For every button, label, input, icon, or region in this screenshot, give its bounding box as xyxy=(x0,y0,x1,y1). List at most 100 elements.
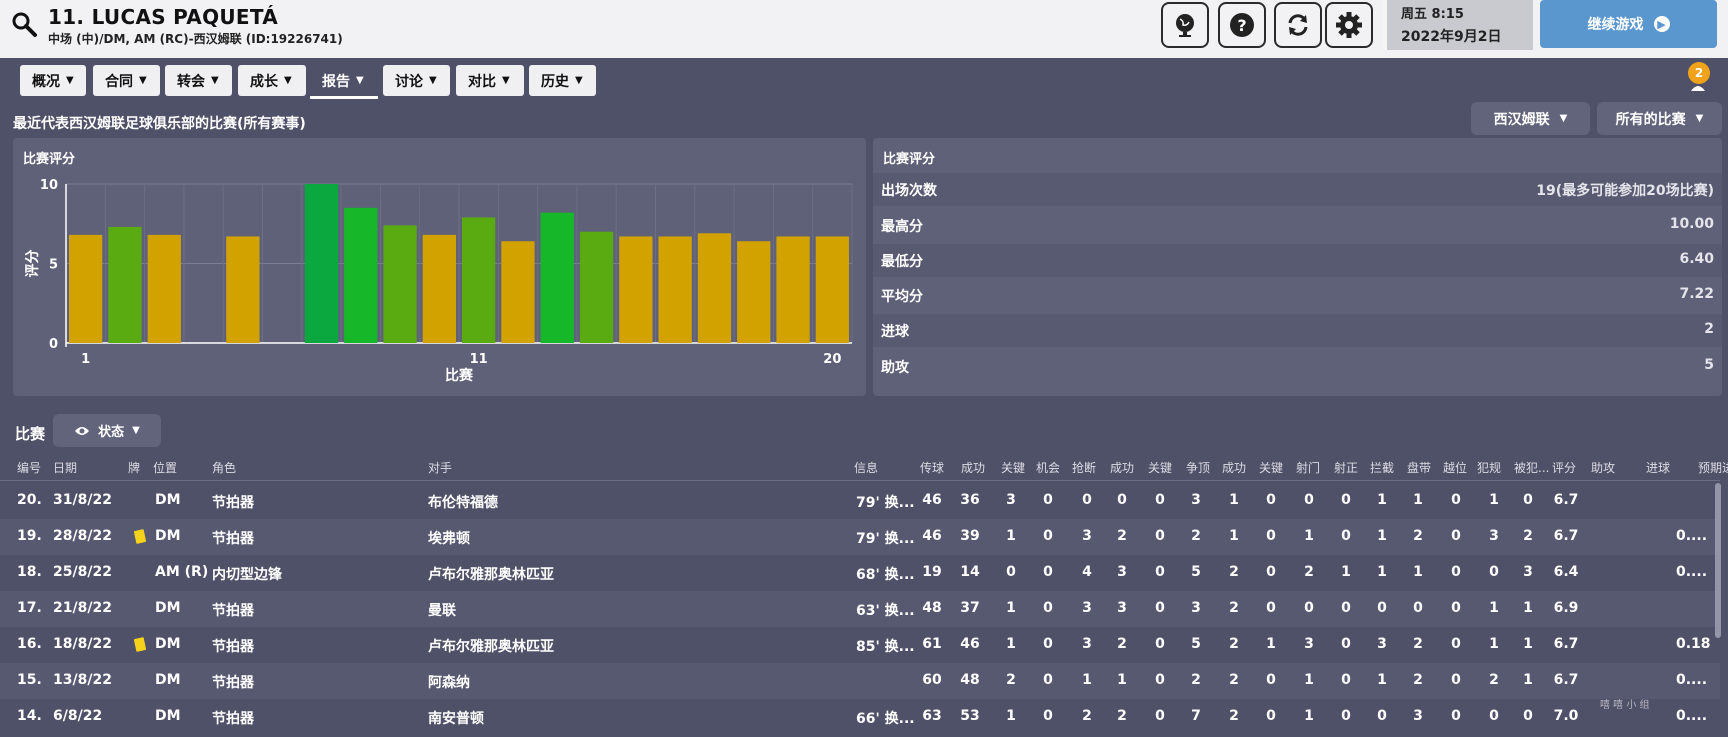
chevron-down-icon: ▼ xyxy=(356,75,364,86)
cell-stat: 0 xyxy=(1266,564,1276,580)
cell-stat: 1 xyxy=(1523,600,1533,616)
stats-panel-title: 比赛评分 xyxy=(883,152,936,167)
col-interceptions-header[interactable]: 拦截 xyxy=(1370,459,1394,476)
rating-bar xyxy=(69,234,103,343)
col-dribbles-header[interactable]: 盘带 xyxy=(1407,459,1431,476)
top-bar: 11. LUCAS PAQUETÁ 中场 (中)/DM, AM (RC)-西汉姆… xyxy=(0,0,1728,58)
matches-label: 比赛 xyxy=(15,425,46,443)
refresh-button[interactable] xyxy=(1274,2,1322,48)
cell-stat: 53 xyxy=(960,708,980,724)
col-no-header[interactable]: 编号 xyxy=(17,459,41,476)
col-tackles-header[interactable]: 抢断 xyxy=(1072,459,1096,476)
col-shots-on-target-header[interactable]: 射正 xyxy=(1334,459,1358,476)
cell-stat: 3 xyxy=(1304,636,1314,652)
cell-stat: 0 xyxy=(1043,528,1053,544)
cell-stat: 0 xyxy=(1155,672,1165,688)
table-row[interactable]: 17. 21/8/22 DM 节拍器 曼联 63' 换... 48 37 1 0 3 3 0 3 2 0 0 0 0… xyxy=(0,591,1720,627)
cell-opponent[interactable]: 埃弗顿 xyxy=(428,528,470,548)
settings-button[interactable] xyxy=(1325,2,1373,48)
cell-opponent[interactable]: 卢布尔雅那奥林匹亚 xyxy=(428,636,554,656)
tab-discussion[interactable]: 讨论 ▼ xyxy=(383,65,450,96)
table-row[interactable]: 19. 28/8/22 DM 节拍器 埃弗顿 79' 换... 46 39 1 0 3 2 0 2 1 0 1 0… xyxy=(0,519,1720,555)
col-tackles-success-header[interactable]: 成功 xyxy=(1110,459,1134,476)
cell-stat: 2 xyxy=(1229,708,1239,724)
chevron-down-icon: ▼ xyxy=(1695,113,1704,124)
col-passes-header[interactable]: 传球 xyxy=(920,459,944,476)
cell-stat: 46 xyxy=(922,492,942,508)
tab-transfer[interactable]: 转会 ▼ xyxy=(165,65,232,96)
notification-badge[interactable]: 2 xyxy=(1688,62,1710,84)
cell-stat: 19 xyxy=(922,564,942,580)
competition-filter-dropdown[interactable]: 所有的比赛 ▼ xyxy=(1597,102,1722,135)
tab-contract[interactable]: 合同 ▼ xyxy=(93,65,160,96)
col-fouls-header[interactable]: 犯规 xyxy=(1477,459,1501,476)
cell-opponent[interactable]: 布伦特福德 xyxy=(428,492,498,512)
col-assists-header[interactable]: 助攻 xyxy=(1591,459,1615,476)
col-card-header[interactable]: 牌 xyxy=(128,459,140,476)
cell-xg: 0.18 xyxy=(1676,636,1711,652)
col-chances-header[interactable]: 机会 xyxy=(1036,459,1060,476)
col-xg-header[interactable]: 预期进... xyxy=(1698,459,1728,476)
club-filter-dropdown[interactable]: 西汉姆联 ▼ xyxy=(1471,102,1590,135)
col-key-passes-header[interactable]: 关键 xyxy=(1001,459,1025,476)
cell-stat: 1 xyxy=(1523,636,1533,652)
col-shots-header[interactable]: 射门 xyxy=(1296,459,1320,476)
tab-reports[interactable]: 报告 ▼ xyxy=(310,65,378,99)
table-row[interactable]: 15. 13/8/22 DM 节拍器 阿森纳 60 48 2 0 1 1 0 2 2 0 1 0 1 2 0 2 1 6.7… xyxy=(0,663,1720,699)
cell-stat: 2 xyxy=(1413,528,1423,544)
tab-label: 讨论 xyxy=(395,73,423,90)
tab-compare[interactable]: 对比 ▼ xyxy=(456,65,524,96)
cell-stat: 1 xyxy=(1006,636,1016,652)
rating-chart-panel: 比赛评分 0 5 10 1 11 20 比赛 评分 xyxy=(13,138,866,396)
cell-stat: 0 xyxy=(1489,564,1499,580)
cell-stat: 0 xyxy=(1043,708,1053,724)
col-offsides-header[interactable]: 越位 xyxy=(1443,459,1467,476)
col-info-header[interactable]: 信息 xyxy=(854,459,878,476)
col-position-header[interactable]: 位置 xyxy=(153,459,177,476)
cell-opponent[interactable]: 南安普顿 xyxy=(428,708,484,728)
col-date-header[interactable]: 日期 xyxy=(53,459,77,476)
cell-opponent[interactable]: 卢布尔雅那奥林匹亚 xyxy=(428,564,554,584)
scrollbar[interactable] xyxy=(1715,483,1721,638)
search-icon[interactable] xyxy=(10,10,40,40)
col-key-tackles-header[interactable]: 关键 xyxy=(1148,459,1172,476)
cell-stat: 5 xyxy=(1191,564,1201,580)
col-headers-success-header[interactable]: 成功 xyxy=(1222,459,1246,476)
table-row[interactable]: 16. 18/8/22 DM 节拍器 卢布尔雅那奥林匹亚 85' 换... 61 46 1 0 3 2… xyxy=(0,627,1720,663)
section-title: 最近代表西汉姆联足球俱乐部的比赛(所有赛事) xyxy=(13,116,306,132)
col-passes-success-header[interactable]: 成功 xyxy=(961,459,985,476)
cell-opponent[interactable]: 阿森纳 xyxy=(428,672,470,692)
status-view-button[interactable]: 状态 ▼ xyxy=(53,414,161,447)
help-button[interactable]: ? xyxy=(1218,2,1266,48)
table-row[interactable]: 18. 25/8/22 AM (R) 内切型边锋 卢布尔雅那奥林匹亚 68' 换... 19… xyxy=(0,555,1720,591)
tab-development[interactable]: 成长 ▼ xyxy=(238,65,306,96)
cell-stat: 1 xyxy=(1266,636,1276,652)
cell-stat: 0 xyxy=(1377,708,1387,724)
continue-button[interactable]: 继续游戏 ▶ xyxy=(1540,0,1717,48)
watermark: 嘻 嘻 小 组 xyxy=(1600,700,1650,711)
table-row[interactable]: 14. 6/8/22 DM 节拍器 南安普顿 66' 换... 63 53 1 0 2 2 0 7 2 0 1 0… xyxy=(0,699,1720,735)
cell-stat: 2 xyxy=(1413,636,1423,652)
cell-opponent[interactable]: 曼联 xyxy=(428,600,456,620)
globe-button[interactable] xyxy=(1161,2,1209,48)
cell-stat: 2 xyxy=(1117,708,1127,724)
col-headers-header[interactable]: 争顶 xyxy=(1186,459,1210,476)
col-opponent-header[interactable]: 对手 xyxy=(428,459,452,476)
col-fouled-header[interactable]: 被犯... xyxy=(1514,459,1549,476)
cell-role: 节拍器 xyxy=(212,639,254,655)
col-role-header[interactable]: 角色 xyxy=(212,459,236,476)
cell-match-no: 14. xyxy=(17,708,42,724)
col-key-headers-header[interactable]: 关键 xyxy=(1259,459,1283,476)
tab-history[interactable]: 历史 ▼ xyxy=(529,65,596,96)
col-goals-header[interactable]: 进球 xyxy=(1646,459,1670,476)
cell-stat: 0 xyxy=(1341,528,1351,544)
cell-stat: 5 xyxy=(1191,636,1201,652)
stat-label: 最高分 xyxy=(881,219,923,235)
cell-info: 66' 换... xyxy=(856,711,915,727)
stat-label: 进球 xyxy=(881,324,909,340)
stat-row-highest: 最高分 10.00 xyxy=(873,209,1722,242)
col-rating-header[interactable]: 评分 xyxy=(1552,459,1576,476)
table-row[interactable]: 20. 31/8/22 DM 节拍器 布伦特福德 79' 换... 46 36 3 0 0 0 0 3 1 0… xyxy=(0,483,1720,519)
tab-overview[interactable]: 概况 ▼ xyxy=(20,65,86,96)
club-filter-value: 西汉姆联 xyxy=(1493,111,1550,128)
